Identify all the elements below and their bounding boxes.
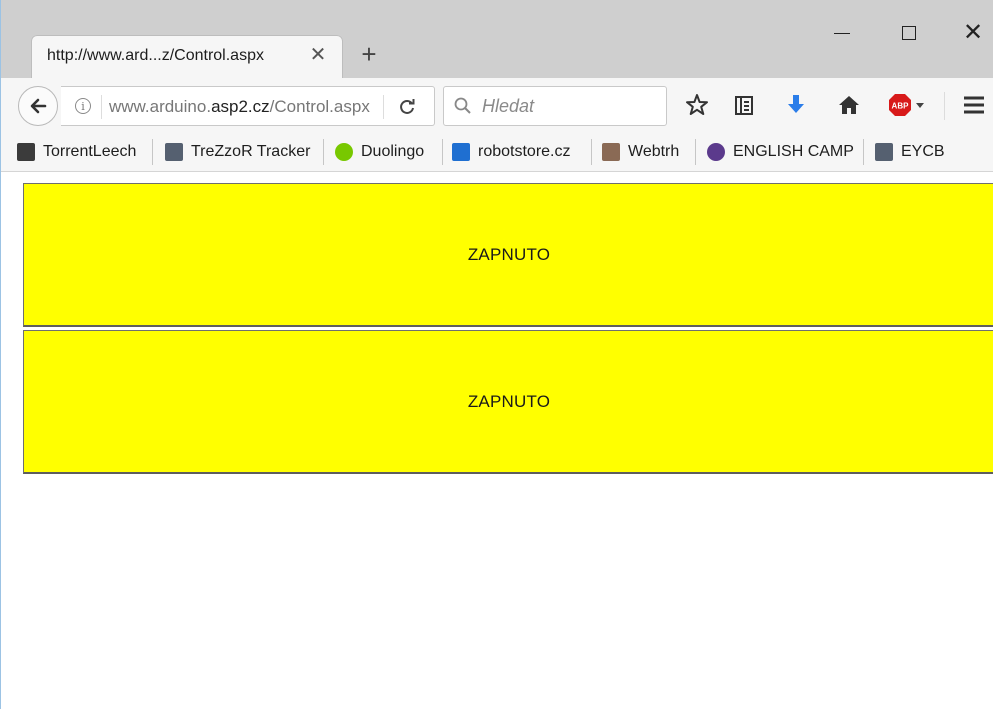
url-text[interactable]: www.arduino.asp2.cz/Control.aspx <box>109 97 379 117</box>
back-button[interactable] <box>18 86 58 126</box>
url-prefix: www.arduino. <box>109 97 212 116</box>
bookmark-label: Duolingo <box>361 143 425 160</box>
bookmark-label: Webtrh <box>628 143 680 160</box>
hamburger-menu-icon[interactable] <box>961 92 987 118</box>
search-placeholder: Hledat <box>482 96 535 116</box>
url-divider <box>383 95 384 119</box>
bookmark-label: TreZzoR Tracker <box>191 143 311 160</box>
tab-close-icon[interactable]: ✕ <box>309 45 327 65</box>
status-panel[interactable]: ZAPNUTO <box>23 330 993 474</box>
bookmark-duolingo[interactable]: Duolingo <box>335 141 424 163</box>
bookmarks-list-icon[interactable] <box>731 92 757 118</box>
adblock-plus-icon[interactable]: ABP <box>887 92 927 118</box>
url-path: /Control.aspx <box>269 97 370 116</box>
close-window-icon[interactable]: ✕ <box>959 20 987 48</box>
webtrh-icon <box>602 143 620 161</box>
minimize-icon[interactable] <box>829 20 857 48</box>
bookmark-divider <box>323 139 324 165</box>
new-tab-icon[interactable]: + <box>357 41 381 67</box>
bookmark-divider <box>591 139 592 165</box>
info-icon[interactable]: i <box>75 98 91 114</box>
torrentleech-icon <box>17 143 35 161</box>
bookmark-divider <box>695 139 696 165</box>
home-icon[interactable] <box>836 92 862 118</box>
english-camp-icon <box>707 143 725 161</box>
status-label: ZAPNUTO <box>467 391 551 411</box>
search-icon <box>454 97 471 114</box>
back-arrow-icon <box>30 98 47 114</box>
trezzor-icon <box>165 143 183 161</box>
bookmark-english-camp[interactable]: ENGLISH CAMP <box>707 141 854 163</box>
browser-tab[interactable]: http://www.ard...z/Control.aspx ✕ <box>31 35 343 79</box>
bookmark-divider <box>152 139 153 165</box>
status-label: ZAPNUTO <box>467 244 551 264</box>
duolingo-owl-icon <box>335 143 353 161</box>
bookmark-webtrh[interactable]: Webtrh <box>602 141 679 163</box>
bookmark-label: EYCB <box>901 143 945 160</box>
search-bar[interactable]: Hledat <box>443 86 667 126</box>
bookmark-divider <box>863 139 864 165</box>
bookmark-star-icon[interactable] <box>684 92 710 118</box>
url-host: asp2.cz <box>211 97 270 116</box>
eycb-icon <box>875 143 893 161</box>
bookmark-label: ENGLISH CAMP <box>733 143 854 160</box>
bookmark-eycb[interactable]: EYCB <box>875 141 945 163</box>
reload-icon[interactable] <box>397 97 417 117</box>
url-bar[interactable]: i www.arduino.asp2.cz/Control.aspx <box>61 86 435 126</box>
toolbar-divider <box>944 92 945 120</box>
bookmark-trezzor-tracker[interactable]: TreZzoR Tracker <box>165 141 310 163</box>
download-icon[interactable] <box>783 92 809 118</box>
bookmark-label: robotstore.cz <box>478 143 571 160</box>
bookmark-robotstore[interactable]: robotstore.cz <box>452 141 570 163</box>
url-divider <box>101 95 102 119</box>
bookmark-divider <box>442 139 443 165</box>
tab-title: http://www.ard...z/Control.aspx <box>47 47 264 64</box>
maximize-icon[interactable] <box>895 20 923 48</box>
svg-text:ABP: ABP <box>892 102 910 111</box>
bookmark-torrentleech[interactable]: TorrentLeech <box>17 141 136 163</box>
robotstore-icon <box>452 143 470 161</box>
bookmark-label: TorrentLeech <box>43 143 137 160</box>
browser-window: http://www.ard...z/Control.aspx ✕ + ✕ i … <box>0 0 993 709</box>
status-panel[interactable]: ZAPNUTO <box>23 183 993 327</box>
